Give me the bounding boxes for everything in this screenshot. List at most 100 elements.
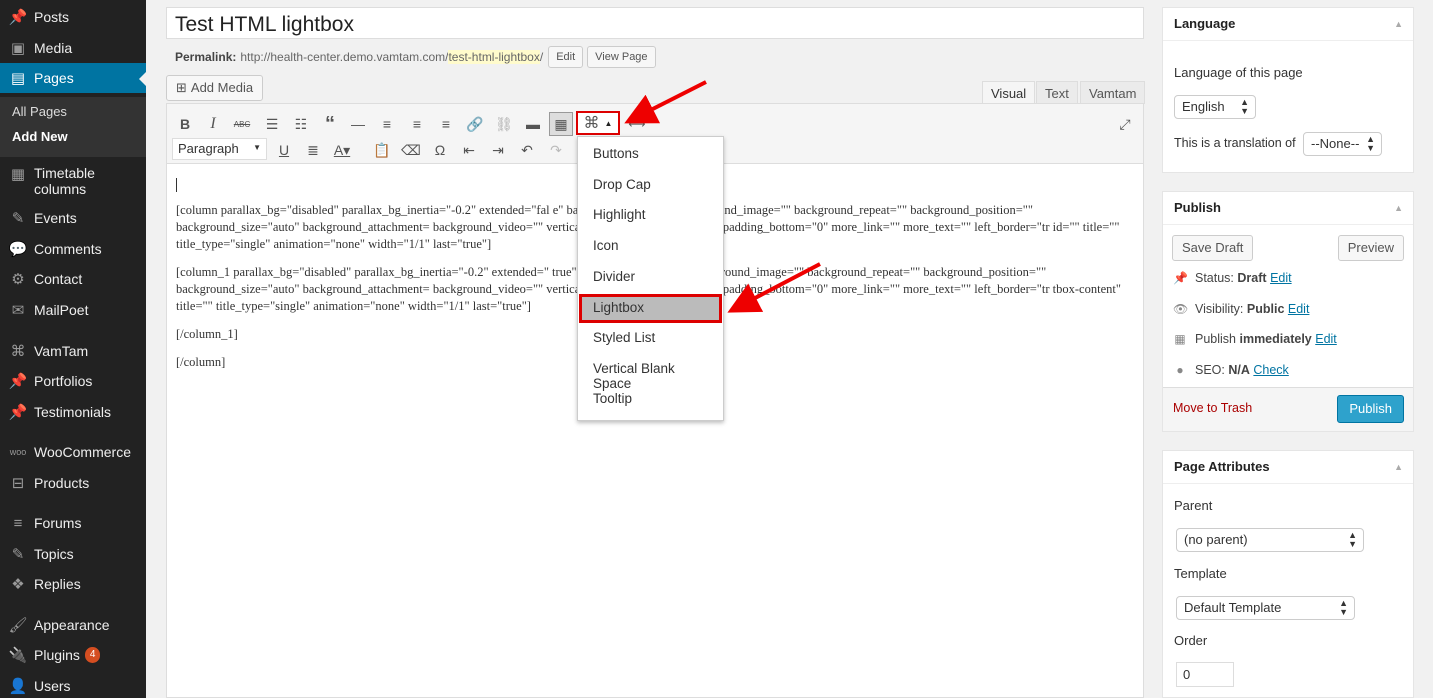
blockquote-icon[interactable]: “	[318, 112, 342, 136]
order-input[interactable]: 0	[1176, 662, 1234, 687]
menu-comments[interactable]: 💬 Comments	[0, 234, 146, 264]
menu-mailpoet[interactable]: ✉ MailPoet	[0, 295, 146, 325]
timetable-icon: ▦	[10, 166, 26, 183]
indent-icon[interactable]: ⇥	[486, 138, 510, 162]
publish-actions: Move to Trash Publish	[1163, 387, 1413, 431]
fullscreen-expand-icon[interactable]: ⟷	[625, 112, 649, 136]
woo-icon: woo	[9, 447, 27, 457]
dropdown-item-divider[interactable]: Divider	[579, 263, 722, 292]
menu-media[interactable]: ▣ Media	[0, 33, 146, 63]
tab-visual[interactable]: Visual	[982, 81, 1036, 104]
seo-row: ● SEO: N/A Check	[1173, 363, 1288, 377]
menu-contact[interactable]: ⚙ Contact	[0, 264, 146, 294]
permalink-slug[interactable]: test-html-lightbox	[448, 50, 540, 64]
dropdown-item-vertical-blank-space[interactable]: Vertical Blank Space	[579, 355, 722, 391]
format-select[interactable]: Paragraph ▼	[172, 138, 267, 160]
dropdown-item-icon[interactable]: Icon	[579, 232, 722, 261]
tab-vamtam[interactable]: Vamtam	[1080, 81, 1146, 104]
menu-users[interactable]: 👤 Users	[0, 671, 146, 698]
unlink-icon[interactable]: ⛓	[492, 112, 516, 136]
bold-icon[interactable]: B	[173, 112, 197, 136]
pin-icon: 📌	[1173, 271, 1188, 285]
shortcodes-button[interactable]: ⌘ ▲	[576, 111, 620, 135]
menu-vamtam[interactable]: ⌘ VamTam	[0, 336, 146, 366]
undo-icon[interactable]: ↶	[515, 138, 539, 162]
menu-posts[interactable]: 📌 Posts	[0, 2, 146, 32]
view-page-button[interactable]: View Page	[587, 46, 656, 68]
order-label: Order	[1174, 633, 1208, 648]
translation-label: This is a translation of	[1174, 136, 1296, 150]
add-media-button[interactable]: ⊞ Add Media	[166, 75, 264, 101]
menu-appearance[interactable]: 🖌 Appearance	[0, 610, 146, 640]
visibility-row: 👁 Visibility: Public Edit	[1173, 302, 1310, 316]
strikethrough-icon[interactable]: ABC	[230, 112, 254, 136]
submenu-add-new[interactable]: Add New	[12, 129, 68, 144]
dropdown-item-buttons[interactable]: Buttons	[579, 140, 722, 169]
menu-plugins[interactable]: 🔌 Plugins 4	[0, 640, 146, 670]
text-color-icon[interactable]: A▾	[330, 138, 354, 162]
dropdown-item-styled-list[interactable]: Styled List	[579, 324, 722, 353]
numbered-list-icon[interactable]: ☷	[289, 112, 313, 136]
dropdown-item-lightbox[interactable]: Lightbox	[579, 294, 722, 323]
menu-events[interactable]: ✎ Events	[0, 203, 146, 233]
align-center-icon[interactable]: ≡	[405, 112, 429, 136]
page-attributes-box: Page Attributes ▲ Parent (no parent) ▲ ▼ Te…	[1162, 450, 1414, 698]
link-icon[interactable]: 🔗	[463, 112, 487, 136]
redo-icon[interactable]: ↷	[544, 138, 568, 162]
align-left-icon[interactable]: ≡	[375, 112, 399, 136]
menu-pages[interactable]: ▤ Pages	[0, 63, 146, 93]
bullet-list-icon[interactable]: ☰	[260, 112, 284, 136]
publish-button[interactable]: Publish	[1337, 395, 1404, 423]
caret-up-icon: ▲	[604, 118, 613, 128]
collapse-icon[interactable]: ▲	[1394, 451, 1403, 483]
menu-topics[interactable]: ✎ Topics	[0, 539, 146, 569]
align-right-icon[interactable]: ≡	[434, 112, 458, 136]
permalink-label: Permalink:	[175, 50, 237, 64]
edit-visibility-link[interactable]: Edit	[1288, 302, 1310, 316]
clear-formatting-icon[interactable]: ⌫	[399, 138, 423, 162]
horizontal-line-icon[interactable]: —	[346, 112, 370, 136]
edit-status-link[interactable]: Edit	[1270, 271, 1292, 285]
shortcodes-icon: ⌘	[583, 115, 600, 132]
translation-select[interactable]: --None-- ▲ ▼	[1303, 132, 1382, 156]
menu-forums[interactable]: ≡ Forums	[0, 508, 146, 538]
underline-icon[interactable]: U	[272, 138, 296, 162]
menu-portfolios[interactable]: 📌 Portfolios	[0, 366, 146, 396]
paste-text-icon[interactable]: 📋	[370, 138, 394, 162]
pages-icon: ▤	[10, 70, 26, 87]
select-arrows-icon: ▲ ▼	[1339, 598, 1348, 617]
language-box-title: Language ▲	[1163, 8, 1413, 41]
menu-testimonials[interactable]: 📌 Testimonials	[0, 397, 146, 427]
menu-replies[interactable]: ❖ Replies	[0, 569, 146, 599]
menu-timetable[interactable]: ▦ Timetable columns	[0, 163, 146, 199]
tab-text[interactable]: Text	[1036, 81, 1078, 104]
dropdown-item-tooltip[interactable]: Tooltip	[579, 385, 722, 414]
read-more-icon[interactable]: ▬	[521, 112, 545, 136]
post-title-input[interactable]: Test HTML lightbox	[166, 7, 1144, 39]
collapse-icon[interactable]: ▲	[1394, 8, 1403, 40]
media-icon: ▣	[10, 40, 26, 57]
special-character-icon[interactable]: Ω	[428, 138, 452, 162]
justify-icon[interactable]: ≣	[301, 138, 325, 162]
permalink-base: http://health-center.demo.vamtam.com/	[240, 50, 449, 64]
template-label: Template	[1174, 566, 1227, 581]
italic-icon[interactable]: I	[201, 112, 225, 136]
dropdown-item-drop-cap[interactable]: Drop Cap	[579, 171, 722, 200]
preview-button[interactable]: Preview	[1337, 235, 1404, 261]
language-select[interactable]: English ▲ ▼	[1174, 95, 1256, 119]
edit-permalink-button[interactable]: Edit	[548, 46, 584, 68]
menu-woocommerce[interactable]: woo WooCommerce	[0, 437, 146, 467]
collapse-icon[interactable]: ▲	[1394, 192, 1403, 224]
template-select[interactable]: Default Template ▲ ▼	[1176, 596, 1355, 620]
move-to-trash-link[interactable]: Move to Trash	[1173, 401, 1252, 415]
dropdown-item-highlight[interactable]: Highlight	[579, 201, 722, 230]
submenu-all-pages[interactable]: All Pages	[12, 104, 67, 119]
outdent-icon[interactable]: ⇤	[457, 138, 481, 162]
seo-check-link[interactable]: Check	[1253, 363, 1288, 377]
save-draft-button[interactable]: Save Draft	[1172, 235, 1254, 261]
parent-select[interactable]: (no parent) ▲ ▼	[1176, 528, 1364, 552]
edit-publish-time-link[interactable]: Edit	[1315, 332, 1337, 346]
menu-products[interactable]: ⊟ Products	[0, 468, 146, 498]
distraction-free-icon[interactable]: ⤢	[1113, 112, 1137, 136]
toolbar-toggle-icon[interactable]: ▦	[549, 112, 573, 136]
